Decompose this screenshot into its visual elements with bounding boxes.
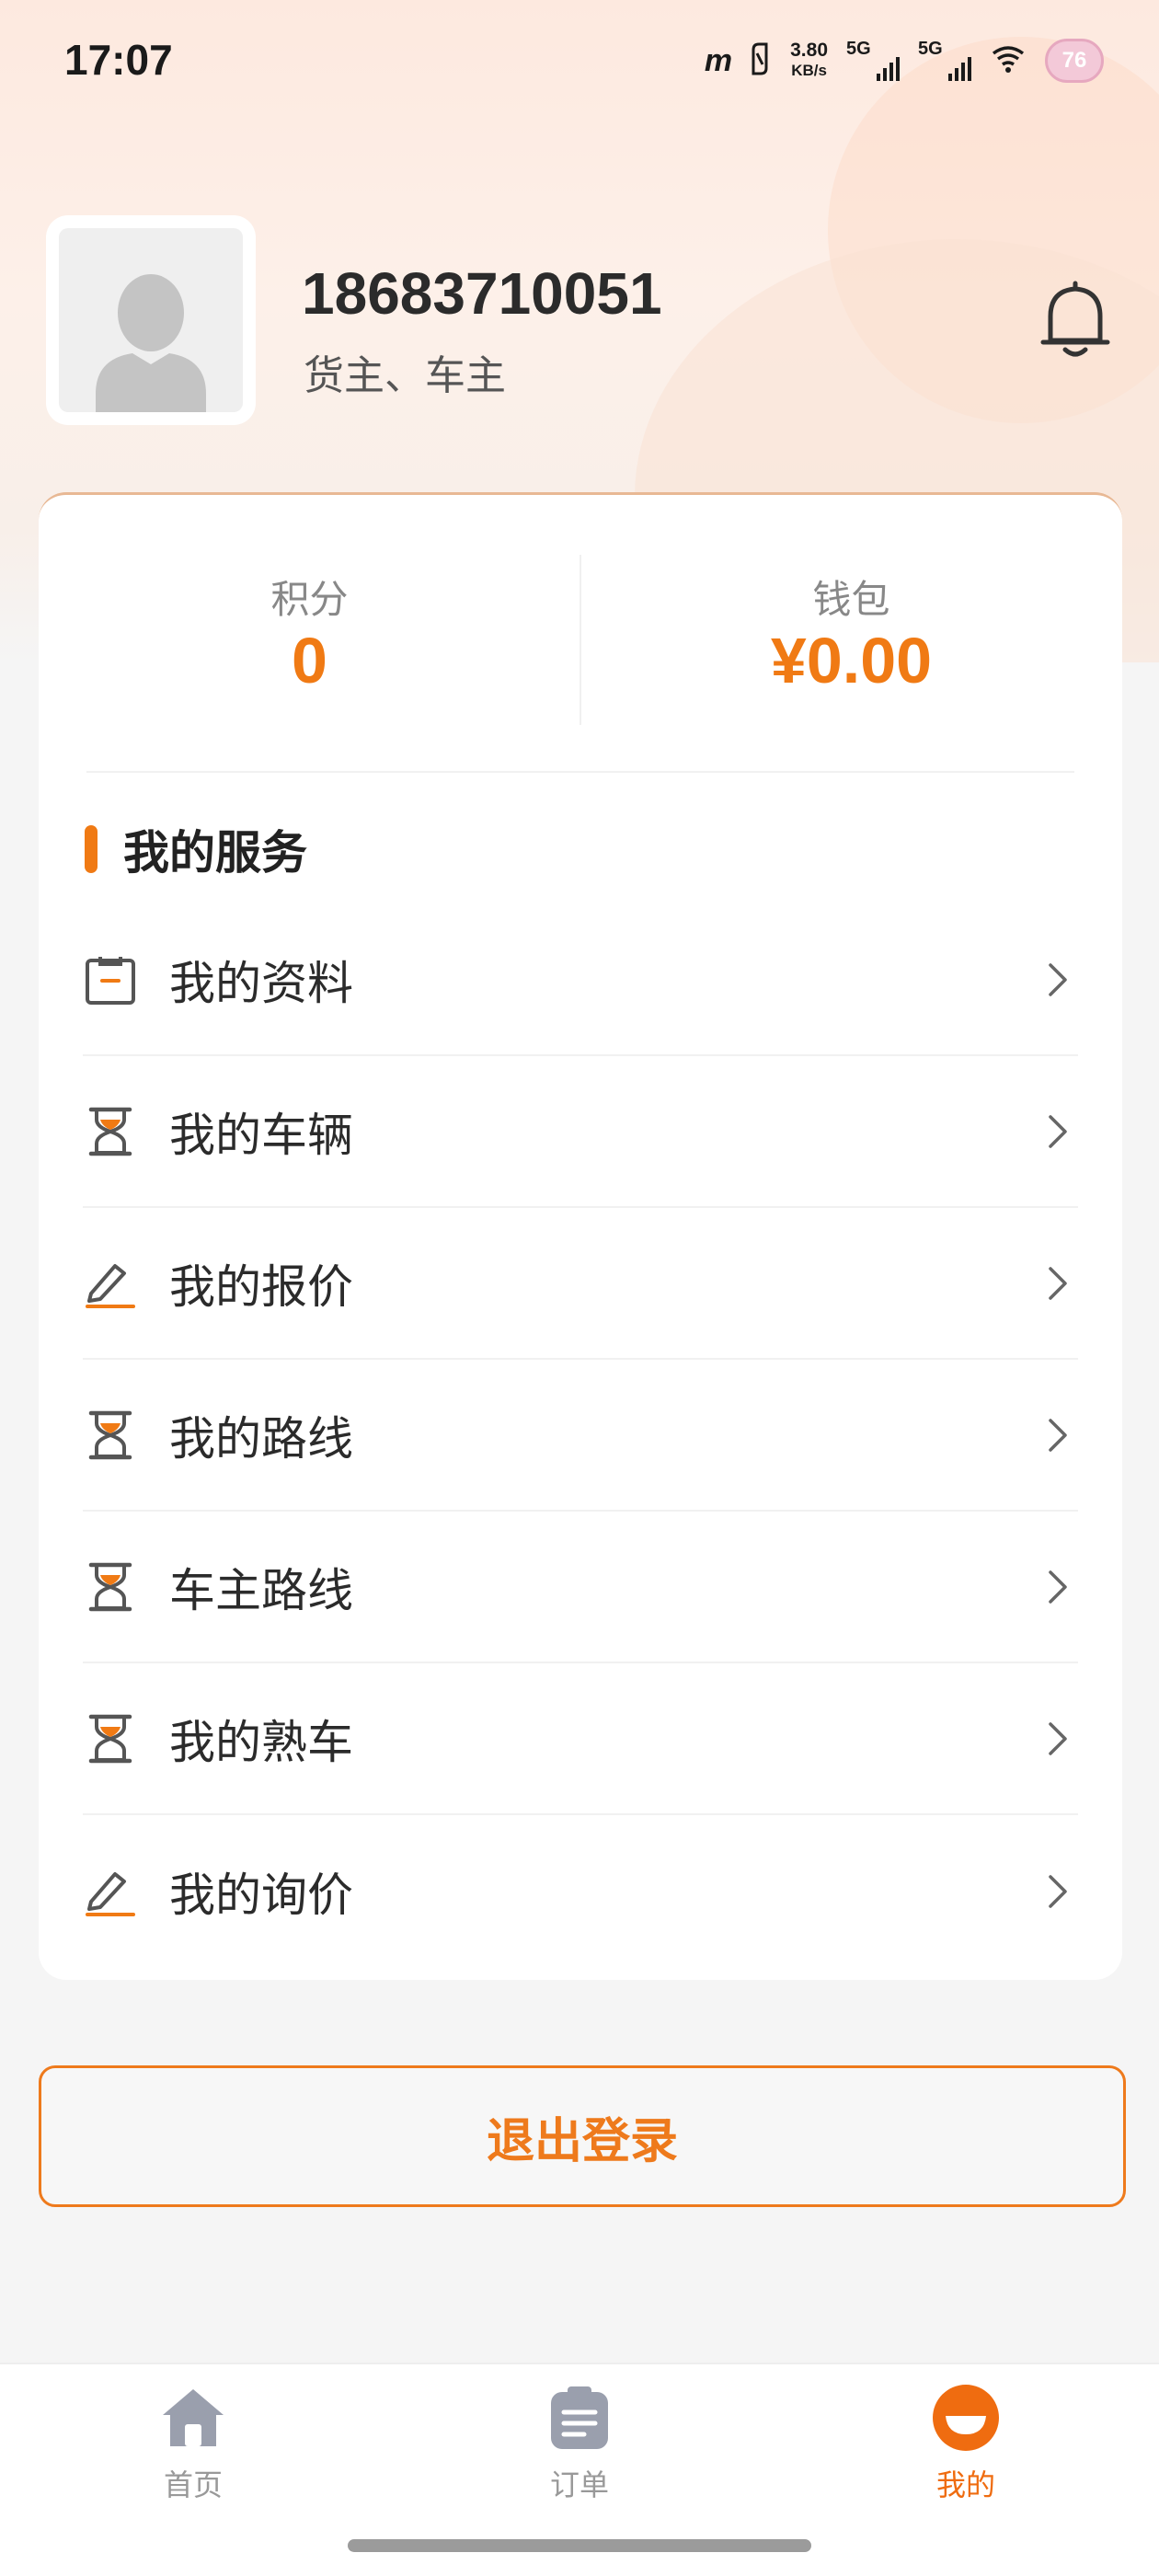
profile-face-icon [931, 2383, 1001, 2453]
hourglass-icon [83, 1711, 138, 1766]
chevron-right-icon [1049, 1418, 1067, 1452]
status-bar: 17:07 m 3.80 KB/s 5G 5G 76 [0, 0, 1159, 120]
menu-item-my-quotes[interactable]: 我的报价 [83, 1208, 1078, 1360]
edit-pencil-icon [83, 1864, 138, 1919]
wifi-icon [990, 40, 1027, 81]
chevron-right-icon [1049, 1721, 1067, 1755]
network-speed-unit: KB/s [791, 62, 827, 79]
menu-item-label: 我的询价 [169, 1868, 353, 1922]
chevron-right-icon [1049, 1266, 1067, 1300]
tab-label: 首页 [163, 2467, 223, 2502]
hourglass-icon [83, 1408, 138, 1463]
menu-item-familiar-vehicles[interactable]: 我的熟车 [83, 1663, 1078, 1815]
section-accent-bar [85, 825, 98, 873]
tab-mine[interactable]: 我的 [874, 2383, 1058, 2504]
tab-orders[interactable]: 订单 [488, 2383, 671, 2504]
hourglass-icon [83, 1559, 138, 1615]
tab-home[interactable]: 首页 [101, 2383, 285, 2504]
sim2-signal-icon: 5G [918, 39, 971, 83]
menu-item-label: 我的报价 [169, 1259, 353, 1314]
hourglass-icon [83, 1104, 138, 1159]
sim1-label: 5G [846, 39, 871, 59]
menu-item-owner-routes[interactable]: 车主路线 [83, 1512, 1078, 1663]
notification-bell-icon[interactable] [1038, 280, 1113, 361]
status-time: 17:07 [64, 36, 173, 84]
home-icon [158, 2383, 228, 2453]
carrier-logo-icon: m [704, 42, 732, 78]
account-card: 积分 0 钱包 ¥0.00 我的服务 我的资料 我的车辆 我的报价 我的路线 车… [39, 492, 1122, 1980]
services-menu: 我的资料 我的车辆 我的报价 我的路线 车主路线 我的熟车 我的询价 [83, 904, 1078, 1967]
chevron-right-icon [1049, 1570, 1067, 1604]
tab-label: 我的 [935, 2467, 995, 2502]
battery-icon: 76 [1045, 39, 1104, 83]
avatar-placeholder-icon [59, 228, 243, 412]
network-speed: 3.80 KB/s [790, 40, 828, 81]
divider [86, 771, 1074, 773]
points-value: 0 [292, 625, 327, 696]
tab-label: 订单 [549, 2467, 609, 2502]
clipboard-icon [83, 952, 138, 1007]
edit-pencil-icon [83, 1256, 138, 1311]
home-indicator[interactable] [348, 2539, 811, 2552]
order-list-icon [545, 2383, 614, 2453]
points-label: 积分 [270, 577, 349, 622]
status-icons: m 3.80 KB/s 5G 5G 76 [705, 33, 1104, 88]
sim1-signal-icon: 5G [846, 39, 900, 83]
nfc-icon [748, 40, 772, 81]
chevron-right-icon [1049, 1114, 1067, 1148]
wallet-value: ¥0.00 [770, 625, 933, 696]
chevron-right-icon [1049, 962, 1067, 996]
menu-item-label: 我的资料 [169, 956, 353, 1010]
account-stats: 积分 0 钱包 ¥0.00 [39, 495, 1122, 771]
services-title: 我的服务 [123, 826, 307, 880]
user-phone-number: 18683710051 [302, 260, 662, 327]
chevron-right-icon [1049, 1874, 1067, 1908]
services-section-title: 我的服务 [85, 817, 307, 881]
menu-item-label: 我的车辆 [169, 1108, 353, 1162]
menu-item-label: 车主路线 [169, 1563, 353, 1617]
menu-item-my-inquiries[interactable]: 我的询价 [83, 1815, 1078, 1967]
logout-button[interactable]: 退出登录 [39, 2065, 1126, 2207]
wallet-label: 钱包 [812, 577, 890, 622]
menu-item-label: 我的熟车 [169, 1715, 353, 1769]
avatar[interactable] [46, 215, 256, 425]
sim2-label: 5G [918, 39, 943, 59]
user-roles: 货主、车主 [304, 352, 506, 399]
menu-item-my-profile[interactable]: 我的资料 [83, 904, 1078, 1056]
menu-item-my-routes[interactable]: 我的路线 [83, 1360, 1078, 1512]
menu-item-my-vehicles[interactable]: 我的车辆 [83, 1056, 1078, 1208]
menu-item-label: 我的路线 [169, 1411, 353, 1466]
network-speed-value: 3.80 [790, 40, 828, 61]
